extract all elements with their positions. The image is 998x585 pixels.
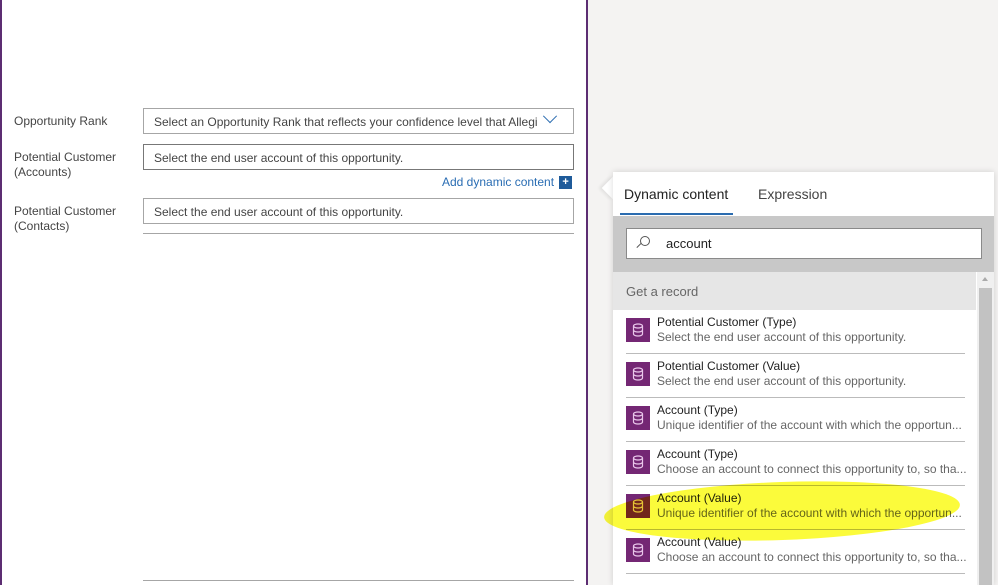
- item-description: Choose an account to connect this opport…: [657, 462, 967, 476]
- field-label-opportunity-rank: Opportunity Rank: [14, 114, 108, 128]
- divider: [143, 233, 574, 234]
- scroll-up-icon[interactable]: [982, 277, 988, 281]
- database-icon: [626, 318, 650, 342]
- input-edge[interactable]: [143, 580, 574, 581]
- item-title: Potential Customer (Value): [657, 359, 801, 373]
- group-header[interactable]: Get a record: [613, 272, 976, 310]
- item-description: Select the end user account of this oppo…: [657, 374, 907, 388]
- database-icon: [626, 538, 650, 562]
- scrollbar[interactable]: [977, 272, 994, 585]
- dropdown-placeholder: Select an Opportunity Rank that reflects…: [154, 115, 538, 129]
- database-icon: [626, 406, 650, 430]
- search-area: account: [613, 216, 994, 272]
- tab-dynamic-content[interactable]: Dynamic content: [624, 186, 728, 202]
- dynamic-content-item[interactable]: Potential Customer (Type) Select the end …: [626, 310, 965, 354]
- item-description: Unique identifier of the account with wh…: [657, 418, 962, 432]
- item-title: Account (Type): [657, 403, 738, 417]
- database-icon: [626, 362, 650, 386]
- dynamic-content-item[interactable]: Potential Customer (Value) Select the end…: [626, 354, 965, 398]
- chevron-down-icon: [542, 109, 558, 124]
- add-dynamic-content-label: Add dynamic content: [442, 175, 555, 189]
- potential-customer-accounts-input[interactable]: Select the end user account of this oppo…: [143, 144, 574, 170]
- active-tab-indicator: [620, 213, 733, 215]
- dynamic-content-item[interactable]: Account (Type) Choose an account to conne…: [626, 442, 967, 486]
- field-label-potential-customer-contacts: Potential Customer (Contacts): [14, 204, 117, 233]
- dynamic-content-item[interactable]: Account (Type) Unique identifier of the a…: [626, 398, 965, 442]
- item-title: Account (Type): [657, 447, 738, 461]
- plus-icon: +: [559, 175, 573, 189]
- flow-editor-pane: Opportunity Rank Select an Opportunity R…: [0, 0, 588, 585]
- scrollbar-thumb[interactable]: [979, 288, 992, 585]
- tab-expression[interactable]: Expression: [758, 186, 827, 202]
- opportunity-rank-dropdown[interactable]: Select an Opportunity Rank that reflects…: [143, 108, 574, 134]
- field-label-potential-customer-accounts: Potential Customer (Accounts): [14, 150, 117, 179]
- item-title: Potential Customer (Type): [657, 315, 797, 329]
- database-icon: [626, 450, 650, 474]
- search-value: account: [666, 236, 712, 251]
- item-description: Choose an account to connect this opport…: [657, 550, 967, 564]
- item-description: Select the end user account of this oppo…: [657, 330, 907, 344]
- search-icon: [640, 236, 650, 246]
- search-input[interactable]: account: [626, 228, 982, 259]
- add-dynamic-content-link[interactable]: Add dynamic content +: [442, 175, 573, 189]
- potential-customer-contacts-input[interactable]: Select the end user account of this oppo…: [143, 198, 574, 224]
